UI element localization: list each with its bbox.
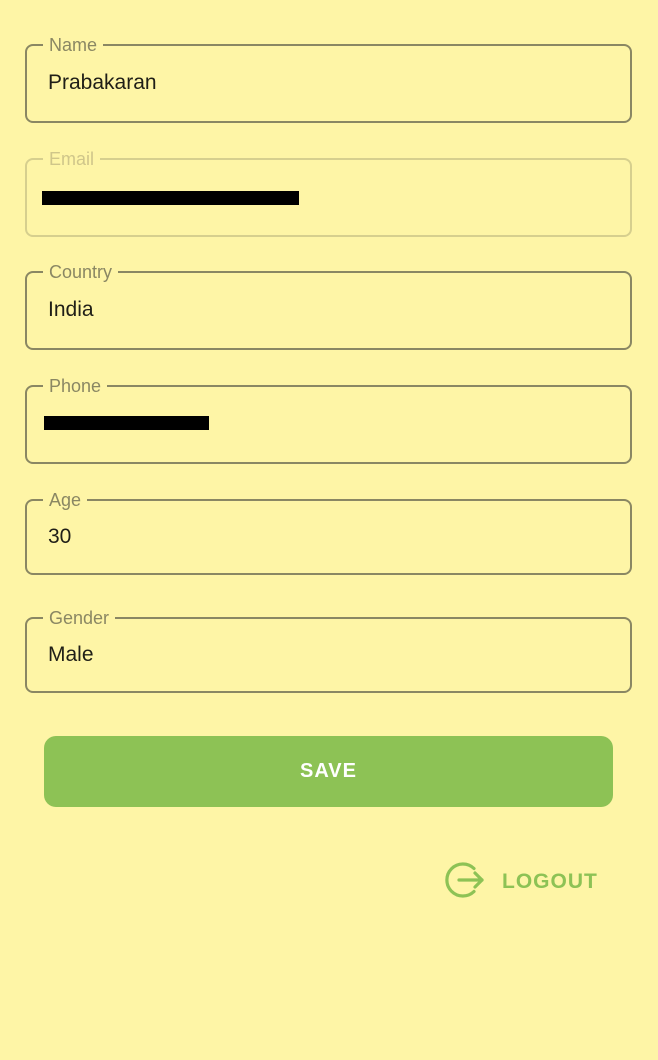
phone-redaction: [44, 416, 209, 430]
logout-icon: [444, 859, 486, 906]
gender-value: Male: [48, 643, 94, 666]
country-label: Country: [43, 261, 119, 283]
phone-label: Phone: [43, 375, 108, 397]
save-button[interactable]: SAVE: [44, 736, 613, 807]
gender-field[interactable]: Gender Male: [25, 607, 632, 693]
country-field[interactable]: Country India: [25, 261, 632, 350]
phone-field[interactable]: Phone: [25, 375, 632, 464]
age-field[interactable]: Age 30: [25, 489, 632, 575]
age-label: Age: [43, 489, 88, 511]
country-value: India: [48, 298, 94, 321]
email-redaction: [42, 191, 299, 205]
name-field[interactable]: Name Prabakaran: [25, 34, 632, 123]
name-value: Prabakaran: [48, 71, 157, 94]
age-value: 30: [48, 525, 72, 548]
gender-label: Gender: [43, 607, 116, 629]
logout-button[interactable]: LOGOUT: [444, 860, 598, 904]
name-label: Name: [43, 34, 104, 56]
email-label: Email: [43, 148, 101, 170]
email-field: Email: [25, 148, 632, 237]
logout-label: LOGOUT: [502, 870, 598, 893]
